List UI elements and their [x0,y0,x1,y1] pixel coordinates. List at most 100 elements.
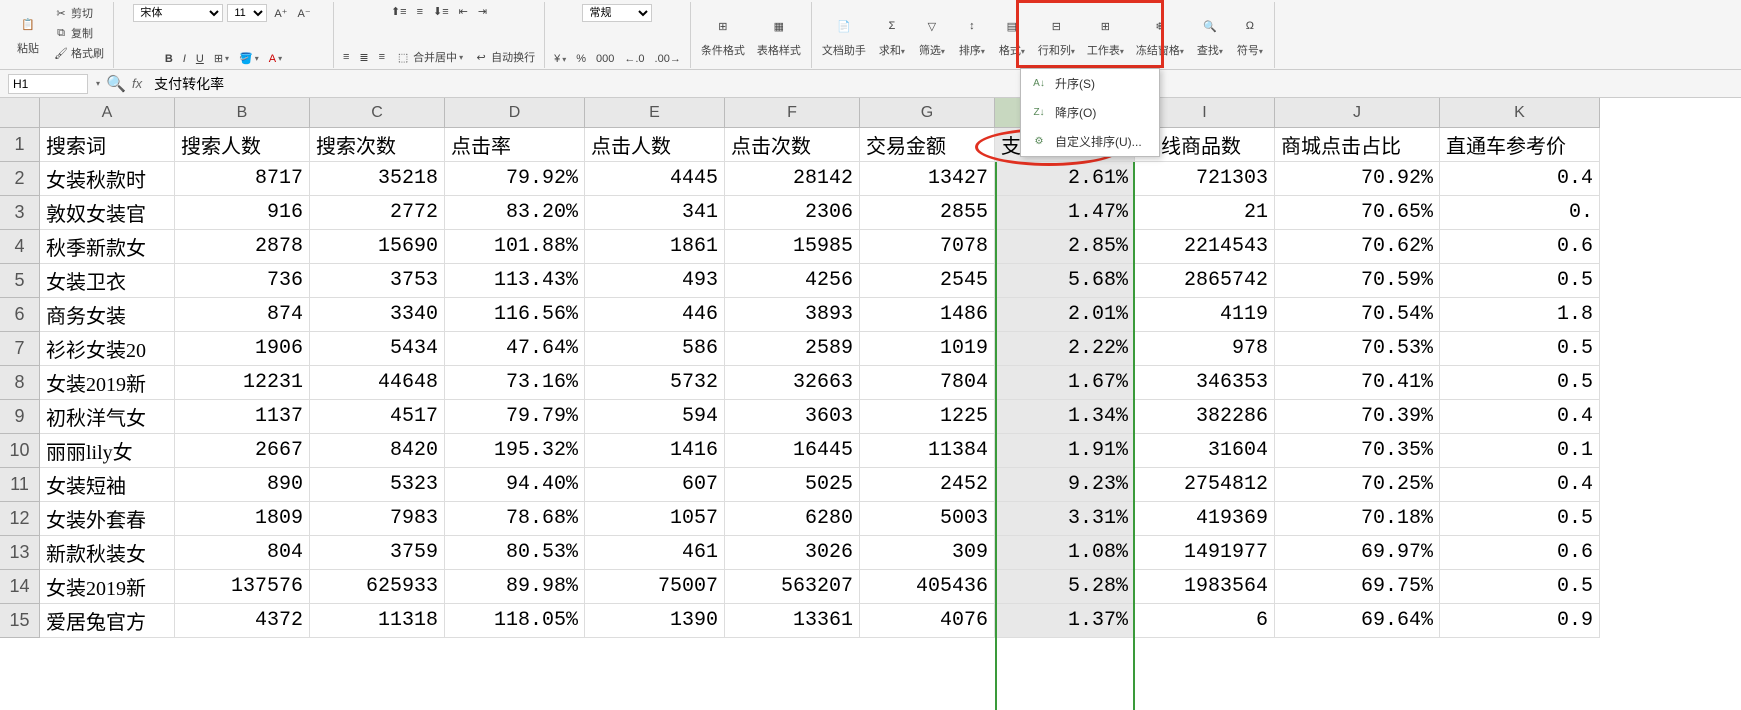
data-cell[interactable]: 916 [175,196,310,230]
data-cell[interactable]: 70.25% [1275,468,1440,502]
data-cell[interactable]: 73.16% [445,366,585,400]
data-cell[interactable]: 113.43% [445,264,585,298]
row-col-button[interactable]: ⊟行和列▾ [1034,10,1079,60]
row-header-4[interactable]: 4 [0,230,40,264]
data-cell[interactable]: 7078 [860,230,995,264]
data-cell[interactable]: 女装短袖 [40,468,175,502]
data-cell[interactable]: 1.37% [995,604,1135,638]
decrease-font-button[interactable]: A⁻ [295,6,314,21]
font-size-select[interactable]: 11 [227,4,267,22]
select-all-corner[interactable] [0,98,40,128]
data-cell[interactable]: 8717 [175,162,310,196]
percent-button[interactable]: % [573,52,589,66]
data-cell[interactable]: 13427 [860,162,995,196]
data-cell[interactable]: 9.23% [995,468,1135,502]
header-cell[interactable]: 交易金额 [860,128,995,162]
name-box-dropdown[interactable]: ▾ [96,79,100,88]
data-cell[interactable]: 75007 [585,570,725,604]
fx-label[interactable]: fx [132,76,142,91]
row-header-9[interactable]: 9 [0,400,40,434]
data-cell[interactable]: 5.28% [995,570,1135,604]
data-cell[interactable]: 1416 [585,434,725,468]
data-cell[interactable]: 4445 [585,162,725,196]
data-cell[interactable]: 79.92% [445,162,585,196]
data-cell[interactable]: 1.47% [995,196,1135,230]
data-cell[interactable]: 0.6 [1440,230,1600,264]
col-header-F[interactable]: F [725,98,860,128]
data-cell[interactable]: 5434 [310,332,445,366]
data-cell[interactable]: 70.65% [1275,196,1440,230]
data-cell[interactable]: 15690 [310,230,445,264]
data-cell[interactable]: 1491977 [1135,536,1275,570]
data-cell[interactable]: 47.64% [445,332,585,366]
data-cell[interactable]: 2.61% [995,162,1135,196]
data-cell[interactable]: 70.54% [1275,298,1440,332]
data-cell[interactable]: 15985 [725,230,860,264]
increase-decimal-button[interactable]: ←.0 [621,52,647,66]
data-cell[interactable]: 1486 [860,298,995,332]
data-cell[interactable]: 70.62% [1275,230,1440,264]
data-cell[interactable]: 1390 [585,604,725,638]
data-cell[interactable]: 70.35% [1275,434,1440,468]
data-cell[interactable]: 21 [1135,196,1275,230]
data-cell[interactable]: 秋季新款女 [40,230,175,264]
data-cell[interactable]: 0.4 [1440,162,1600,196]
data-cell[interactable]: 2306 [725,196,860,230]
auto-wrap-button[interactable]: ↩自动换行 [470,48,538,66]
symbol-button[interactable]: Ω符号▾ [1232,10,1268,60]
data-cell[interactable]: 4119 [1135,298,1275,332]
header-cell[interactable]: 商城点击占比 [1275,128,1440,162]
data-cell[interactable]: 78.68% [445,502,585,536]
data-cell[interactable]: 0.4 [1440,400,1600,434]
increase-font-button[interactable]: A⁺ [271,6,290,21]
data-cell[interactable]: 2855 [860,196,995,230]
align-bottom-button[interactable]: ⬇≡ [430,4,452,19]
data-cell[interactable]: 35218 [310,162,445,196]
header-cell[interactable]: 点击人数 [585,128,725,162]
data-cell[interactable]: 1.91% [995,434,1135,468]
data-cell[interactable]: 69.75% [1275,570,1440,604]
data-cell[interactable]: 1.67% [995,366,1135,400]
data-cell[interactable]: 28142 [725,162,860,196]
data-cell[interactable]: 5732 [585,366,725,400]
data-cell[interactable]: 31604 [1135,434,1275,468]
data-cell[interactable]: 5323 [310,468,445,502]
data-cell[interactable]: 94.40% [445,468,585,502]
align-top-button[interactable]: ⬆≡ [388,4,410,19]
sort-button[interactable]: ↕排序▾ [954,10,990,60]
font-name-select[interactable]: 宋体 [133,4,223,22]
data-cell[interactable]: 83.20% [445,196,585,230]
data-cell[interactable]: 446 [585,298,725,332]
bold-button[interactable]: B [162,52,176,66]
data-cell[interactable]: 女装秋款时 [40,162,175,196]
sort-custom-item[interactable]: ⚙自定义排序(U)... [1021,127,1159,156]
data-cell[interactable]: 5003 [860,502,995,536]
data-cell[interactable]: 4076 [860,604,995,638]
col-header-J[interactable]: J [1275,98,1440,128]
data-cell[interactable]: 2589 [725,332,860,366]
data-cell[interactable]: 69.97% [1275,536,1440,570]
comma-button[interactable]: 000 [593,52,617,66]
data-cell[interactable]: 493 [585,264,725,298]
data-cell[interactable]: 382286 [1135,400,1275,434]
data-cell[interactable]: 4517 [310,400,445,434]
data-cell[interactable]: 874 [175,298,310,332]
data-cell[interactable]: 0.5 [1440,264,1600,298]
data-cell[interactable]: 1861 [585,230,725,264]
data-cell[interactable]: 2667 [175,434,310,468]
data-cell[interactable]: 804 [175,536,310,570]
col-header-D[interactable]: D [445,98,585,128]
data-cell[interactable]: 594 [585,400,725,434]
name-box[interactable] [8,74,88,94]
data-cell[interactable]: 70.59% [1275,264,1440,298]
sum-button[interactable]: Σ求和▾ [874,10,910,60]
data-cell[interactable]: 89.98% [445,570,585,604]
decrease-indent-button[interactable]: ⇤ [456,4,471,19]
col-header-E[interactable]: E [585,98,725,128]
row-header-3[interactable]: 3 [0,196,40,230]
header-cell[interactable]: 搜索词 [40,128,175,162]
magnify-icon[interactable]: 🔍 [108,76,124,92]
paste-button[interactable]: 📋 粘贴 [10,8,46,58]
sort-asc-item[interactable]: A↓升序(S) [1021,69,1159,98]
data-cell[interactable]: 0.5 [1440,570,1600,604]
